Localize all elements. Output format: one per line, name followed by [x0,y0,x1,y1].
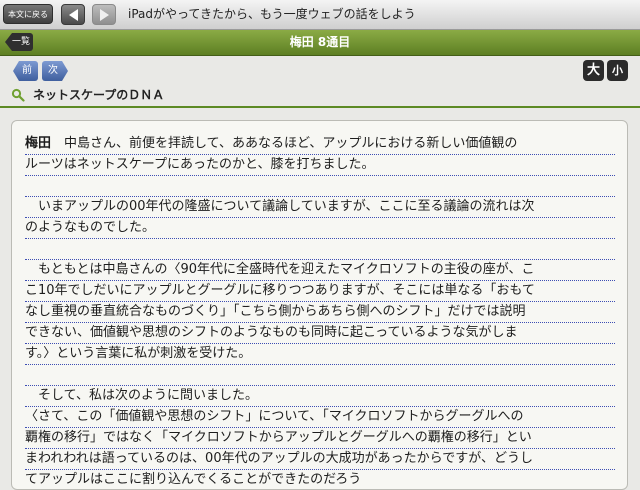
left-arrow-icon [68,8,78,21]
subheading: ネットスケープのＤＮＡ [33,88,165,102]
body-line [25,239,615,260]
body-line: なし重視の垂直統合なものづくり」「こちら側からあちら側へのシフト」だけでは説明 [25,302,615,323]
subheading-bar: ネットスケープのＤＮＡ [0,84,640,108]
speaker-name: 梅田 [25,136,52,151]
right-arrow-icon [99,8,109,21]
previous-letter-button[interactable]: 前 [13,61,38,81]
font-small-button[interactable]: 小 [607,60,628,81]
body-line: こ10年でしだいにアップルとグーグルに移りつつありますが、そこには単なる「おもて [25,281,615,302]
next-letter-button[interactable]: 次 [42,61,68,81]
body-line [25,365,615,386]
top-toolbar: 本文に戻る iPadがやってきたから、もう一度ウェブの話をしよう [0,0,640,30]
back-to-text-button[interactable]: 本文に戻る [3,4,53,24]
body-line: 〈さて、この「価値観や思想のシフト」について、「マイクロソフトからグーグルへの [25,407,615,428]
body-line: ルーツはネットスケープにあったのかと、膝を打ちました。 [25,155,615,176]
body-line: もともとは中島さんの〈90年代に全盛時代を迎えたマイクロソフトの主役の座が、こ [25,260,615,281]
next-page-button[interactable] [92,4,116,25]
body-line: 覇権の移行」ではなく「マイクロソフトからアップルとグーグルへの覇権の移行」とい [25,428,615,449]
page-title: iPadがやってきたから、もう一度ウェブの話をしよう [128,7,416,21]
body-line: す。〉という言葉に私が刺激を受けた。 [25,344,615,365]
body-line: まわれわれは語っているのは、00年代のアップルの大成功があったからですが、どうし [25,449,615,470]
body-line: いまアップルの00年代の隆盛について議論していますが、ここに至る議論の流れは次 [25,197,615,218]
letter-body: 梅田 中島さん、前便を拝読して、ああなるほど、アップルにおける新しい価値観の ル… [11,120,628,490]
section-title: 梅田 8通目 [289,35,351,49]
body-line: そして、私は次のように問いました。 [25,386,615,407]
section-header: 梅田 8通目 一覧 [0,30,640,56]
body-line [25,176,615,197]
body-line: のようなものでした。 [25,218,615,239]
previous-page-button[interactable] [61,4,85,25]
body-line: てアップルはここに割り込んでくることができたのだろう [25,470,615,489]
font-large-button[interactable]: 大 [583,60,604,81]
body-line: できない、価値観や思想のシフトのようなものも同時に起こっているような気がしま [25,323,615,344]
body-line: 梅田 中島さん、前便を拝読して、ああなるほど、アップルにおける新しい価値観の [25,134,615,155]
search-icon [11,88,25,102]
